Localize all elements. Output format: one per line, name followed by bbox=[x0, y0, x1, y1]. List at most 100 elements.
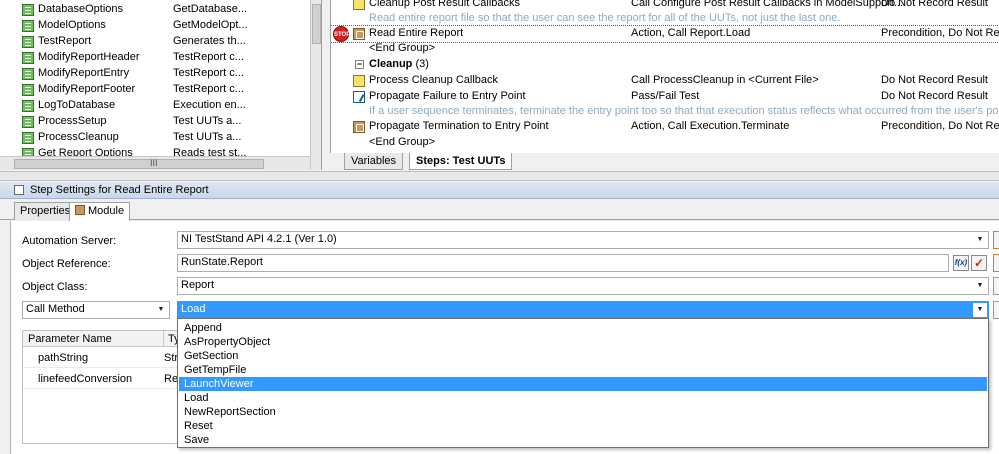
sequence-description: TestReport c... bbox=[173, 67, 244, 79]
method-dropdown-list[interactable]: Append AsPropertyObject GetSection GetTe… bbox=[177, 318, 989, 448]
method-button[interactable] bbox=[993, 301, 999, 319]
cleanup-group-header[interactable]: − Cleanup (3) bbox=[331, 57, 999, 73]
sequence-name: TestReport bbox=[38, 35, 92, 47]
module-icon bbox=[75, 205, 85, 215]
steps-tabs-bar: Variables Steps: Test UUTs bbox=[330, 153, 999, 171]
steps-pane: Cleanup Post Result Callbacks Call Confi… bbox=[330, 0, 999, 153]
object-reference-input[interactable]: RunState.Report bbox=[177, 254, 949, 272]
parameter-name: pathString bbox=[38, 352, 89, 364]
step-row[interactable]: Propagate Failure to Entry Point Pass/Fa… bbox=[331, 89, 999, 105]
dropdown-option[interactable]: GetTempFile bbox=[179, 363, 987, 377]
settings-window-icon bbox=[14, 185, 24, 195]
end-group-label: <End Group> bbox=[369, 136, 436, 148]
tab-module[interactable]: Module bbox=[69, 202, 131, 221]
scrollbar-thumb[interactable] bbox=[312, 4, 321, 44]
step-settings-title: Step Settings for Read Entire Report bbox=[30, 184, 209, 196]
object-reference-value: RunState.Report bbox=[181, 256, 263, 268]
sequence-name: ModifyReportFooter bbox=[38, 83, 136, 95]
chevron-down-icon[interactable]: ▼ bbox=[973, 279, 987, 293]
dropdown-option-highlighted[interactable]: LaunchViewer bbox=[179, 377, 987, 391]
table-row[interactable]: pathString Str bbox=[23, 348, 178, 368]
tab-module-label: Module bbox=[88, 205, 125, 217]
sequence-icon bbox=[22, 84, 34, 96]
tab-steps[interactable]: Steps: Test UUTs bbox=[409, 153, 513, 170]
tab-properties[interactable]: Properties bbox=[14, 202, 77, 220]
parameter-type: Str bbox=[164, 352, 179, 364]
dropdown-option[interactable]: Load bbox=[179, 391, 987, 405]
step-comment[interactable]: Read entire report file so that the user… bbox=[331, 11, 999, 27]
end-group-row[interactable]: <End Group> bbox=[331, 135, 999, 151]
collapse-icon[interactable]: − bbox=[355, 60, 364, 69]
sequence-item[interactable]: ModifyReportHeader TestReport c... bbox=[0, 50, 310, 66]
dropdown-option[interactable]: NewReportSection bbox=[179, 405, 987, 419]
step-description: Pass/Fail Test bbox=[631, 90, 700, 102]
sequence-icon bbox=[22, 132, 34, 144]
sequence-name: ModifyReportEntry bbox=[38, 67, 130, 79]
step-description: Call ProcessCleanup in <Current File> bbox=[631, 74, 819, 86]
automation-server-combo[interactable]: NI TestStand API 4.2.1 (Ver 1.0) ▼ bbox=[177, 231, 989, 249]
sequence-name: ProcessSetup bbox=[38, 115, 107, 127]
step-description: Call Configure Post Result Callbacks in … bbox=[631, 0, 904, 9]
parameter-name: linefeedConversion bbox=[38, 373, 133, 385]
step-row[interactable]: Process Cleanup Callback Call ProcessCle… bbox=[331, 73, 999, 89]
sequence-item[interactable]: ModifyReportEntry TestReport c... bbox=[0, 66, 310, 82]
step-name: Process Cleanup Callback bbox=[369, 74, 499, 86]
step-row[interactable]: Propagate Termination to Entry Point Act… bbox=[331, 119, 999, 135]
step-comment[interactable]: If a user sequence terminates, terminate… bbox=[331, 104, 999, 120]
chevron-down-icon[interactable]: ▼ bbox=[154, 303, 168, 317]
edit-button[interactable] bbox=[993, 231, 999, 249]
method-value: Load bbox=[181, 303, 206, 315]
reference-button[interactable] bbox=[993, 254, 999, 272]
sequence-description: Execution en... bbox=[173, 99, 246, 111]
sequence-item[interactable]: TestReport Generates th... bbox=[0, 34, 310, 50]
method-combo[interactable]: Load ▼ bbox=[177, 301, 989, 319]
expression-browse-icon[interactable]: f(x) bbox=[953, 255, 969, 271]
automation-server-value: NI TestStand API 4.2.1 (Ver 1.0) bbox=[181, 233, 337, 245]
sequences-pane: DatabaseOptions GetDatabase... ModelOpti… bbox=[0, 0, 322, 170]
step-name: Propagate Failure to Entry Point bbox=[369, 90, 526, 102]
sequences-vertical-scrollbar[interactable] bbox=[310, 0, 321, 170]
step-name: Read Entire Report bbox=[369, 27, 464, 39]
sequence-icon bbox=[22, 52, 34, 64]
dropdown-option[interactable]: Save bbox=[179, 433, 987, 447]
sequence-icon bbox=[22, 20, 34, 32]
sequence-description: TestReport c... bbox=[173, 83, 244, 95]
scrollbar-thumb[interactable] bbox=[14, 159, 264, 169]
sequence-description: Test UUTs a... bbox=[173, 131, 242, 143]
sequence-name: LogToDatabase bbox=[38, 99, 116, 111]
object-class-combo[interactable]: Report ▼ bbox=[177, 277, 989, 295]
sequence-item[interactable]: LogToDatabase Execution en... bbox=[0, 98, 310, 114]
sequences-horizontal-scrollbar[interactable]: III bbox=[0, 156, 310, 170]
class-button[interactable] bbox=[993, 277, 999, 295]
end-group-label: <End Group> bbox=[369, 42, 436, 54]
pane-splitter[interactable] bbox=[0, 171, 999, 181]
sequence-item[interactable]: ProcessCleanup Test UUTs a... bbox=[0, 130, 310, 146]
sequence-item[interactable]: ModifyReportFooter TestReport c... bbox=[0, 82, 310, 98]
dropdown-option[interactable]: Append bbox=[179, 321, 987, 335]
automation-server-label: Automation Server: bbox=[22, 235, 117, 247]
chevron-down-icon[interactable]: ▼ bbox=[973, 233, 987, 247]
parameter-type: Re bbox=[164, 373, 179, 385]
activex-step-icon bbox=[353, 121, 365, 133]
step-name: Propagate Termination to Entry Point bbox=[369, 120, 549, 132]
step-settings: Precondition, Do Not Record Result bbox=[881, 120, 999, 132]
sequence-item[interactable]: DatabaseOptions GetDatabase... bbox=[0, 2, 310, 18]
sequence-item[interactable]: ProcessSetup Test UUTs a... bbox=[0, 114, 310, 130]
chevron-down-icon[interactable]: ▼ bbox=[973, 303, 987, 317]
parameter-table: Parameter Name Ty pathString Str linefee… bbox=[22, 330, 180, 444]
end-group-row[interactable]: <End Group> bbox=[331, 41, 999, 57]
sequence-item[interactable]: ModelOptions GetModelOpt... bbox=[0, 18, 310, 34]
activex-step-icon bbox=[353, 28, 365, 40]
breakpoint-stop-icon[interactable]: STOP bbox=[333, 26, 350, 42]
call-type-combo[interactable]: Call Method ▼ bbox=[22, 301, 170, 319]
dropdown-option[interactable]: AsPropertyObject bbox=[179, 335, 987, 349]
step-row-selected[interactable]: Read Entire Report Action, Call Report.L… bbox=[331, 25, 999, 43]
dropdown-option[interactable]: Reset bbox=[179, 419, 987, 433]
sequence-description: Generates th... bbox=[173, 35, 246, 47]
sequence-description: GetDatabase... bbox=[173, 3, 247, 15]
check-expression-icon[interactable]: ✓ bbox=[971, 255, 987, 271]
call-type-value: Call Method bbox=[26, 303, 85, 315]
dropdown-option[interactable]: GetSection bbox=[179, 349, 987, 363]
tab-variables[interactable]: Variables bbox=[344, 153, 404, 170]
table-row[interactable]: linefeedConversion Re bbox=[23, 369, 178, 389]
